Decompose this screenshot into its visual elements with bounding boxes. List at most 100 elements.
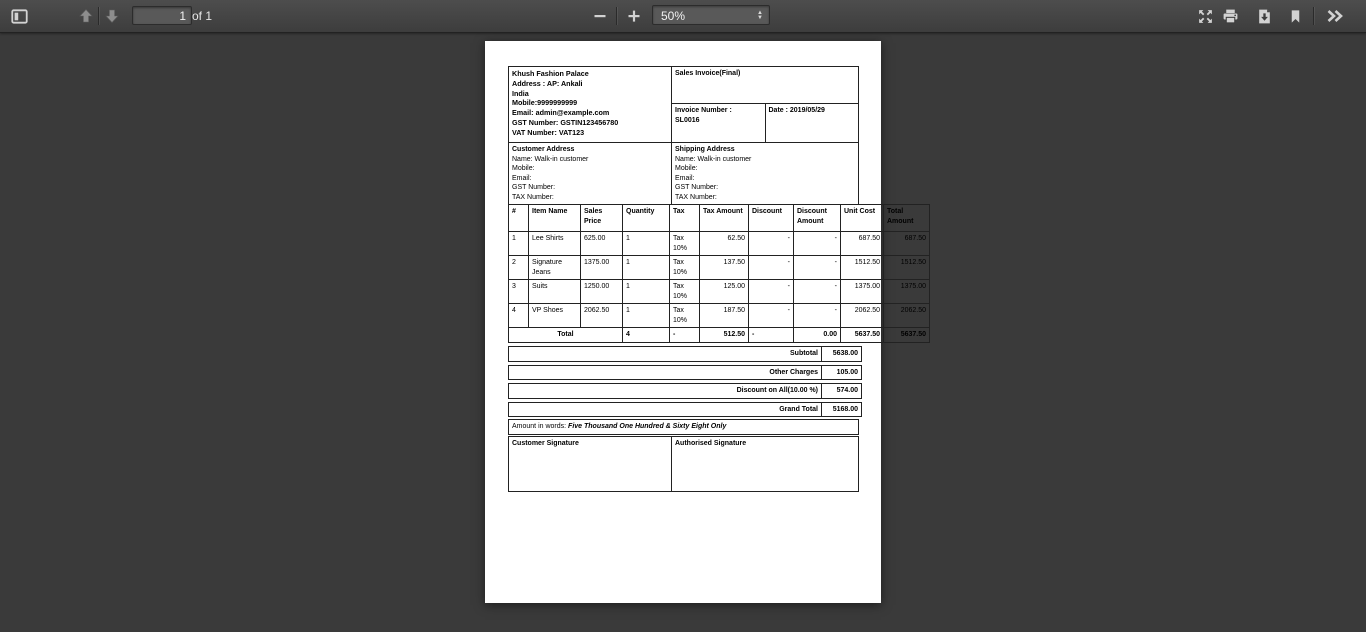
plus-icon — [627, 9, 641, 23]
item-cell: 1375.00 — [581, 256, 623, 280]
item-cell: Signature Jeans — [529, 256, 581, 280]
address-line: TAX Number: — [675, 193, 855, 203]
item-cell: 1512.50 — [884, 256, 930, 280]
authorised-signature-cell: Authorised Signature — [672, 437, 859, 492]
zoom-select[interactable]: 50% ▲▼ — [652, 5, 770, 25]
item-cell: 187.50 — [700, 304, 749, 328]
company-line: India — [512, 89, 668, 99]
shipping-address-cell: Shipping Address Name: Walk-in customerM… — [672, 143, 859, 205]
pdf-page: Khush Fashion Palace Address : AP: Ankal… — [485, 41, 881, 603]
items-total-amount: 5637.50 — [884, 328, 930, 343]
summary-value: 105.00 — [822, 365, 862, 380]
address-table: Customer Address Name: Walk-in customerM… — [508, 142, 859, 205]
bookmark-button[interactable] — [1282, 3, 1308, 29]
item-cell: Lee Shirts — [529, 232, 581, 256]
item-cell: Tax 10% — [670, 280, 700, 304]
zoom-value-label: 50% — [661, 9, 685, 23]
address-line: GST Number: — [512, 183, 668, 193]
address-line: Mobile: — [512, 164, 668, 174]
amount-in-words-table: Amount in words: Five Thousand One Hundr… — [508, 419, 859, 435]
item-cell: 2062.50 — [841, 304, 884, 328]
item-cell: Tax 10% — [670, 256, 700, 280]
arrow-down-icon — [104, 8, 120, 24]
download-button[interactable] — [1251, 3, 1277, 29]
items-header-cell: Sales Price — [581, 205, 623, 232]
address-line: Email: — [512, 174, 668, 184]
summary-value: 5168.00 — [822, 402, 862, 417]
amount-in-words-value: Five Thousand One Hundred & Sixty Eight … — [568, 423, 726, 430]
invoice-header-table: Khush Fashion Palace Address : AP: Ankal… — [508, 66, 859, 143]
expand-arrows-icon — [1197, 8, 1214, 25]
items-header-cell: Tax — [670, 205, 700, 232]
shipping-address-title: Shipping Address — [675, 145, 855, 155]
item-cell: 62.50 — [700, 232, 749, 256]
bookmark-ribbon-icon — [1288, 9, 1303, 24]
items-header-cell: Discount Amount — [794, 205, 841, 232]
summary-row-table: Discount on All(10.00 %)574.00 — [508, 383, 862, 399]
company-line: Email: admin@example.com — [512, 108, 668, 118]
item-cell: 1 — [623, 232, 670, 256]
summary-row-table: Grand Total5168.00 — [508, 402, 862, 418]
item-cell: - — [749, 256, 794, 280]
customer-address-cell: Customer Address Name: Walk-in customerM… — [509, 143, 672, 205]
items-header-cell: Tax Amount — [700, 205, 749, 232]
zoom-in-button[interactable] — [621, 3, 647, 29]
items-header-cell: Quantity — [623, 205, 670, 232]
company-line: Address : AP: Ankali — [512, 79, 668, 89]
company-line: VAT Number: VAT123 — [512, 128, 668, 138]
invoice-number-cell: Invoice Number : SL0016 — [672, 104, 766, 143]
company-name: Khush Fashion Palace — [512, 69, 668, 79]
print-button[interactable] — [1217, 3, 1243, 29]
item-cell: 687.50 — [884, 232, 930, 256]
item-cell: 1375.00 — [884, 280, 930, 304]
item-row: 3Suits1250.001Tax 10%125.00--1375.001375… — [509, 280, 930, 304]
address-line: Email: — [675, 174, 855, 184]
summary-label: Subtotal — [509, 347, 822, 362]
invoice-number-value: SL0016 — [675, 117, 700, 124]
signature-table: Customer Signature Authorised Signature — [508, 436, 859, 492]
page-count-label: of 1 — [192, 0, 212, 32]
previous-page-button[interactable] — [73, 3, 99, 29]
address-line: Name: Walk-in customer — [675, 155, 855, 165]
printer-icon — [1222, 8, 1239, 25]
item-cell: 4 — [509, 304, 529, 328]
item-cell: 625.00 — [581, 232, 623, 256]
presentation-mode-button[interactable] — [1192, 3, 1218, 29]
pdf-viewer-area: Khush Fashion Palace Address : AP: Ankal… — [0, 33, 1366, 632]
items-total-row: Total4-512.50-0.005637.505637.50 — [509, 328, 930, 343]
page-number-input[interactable] — [132, 6, 192, 25]
address-line: Name: Walk-in customer — [512, 155, 668, 165]
item-cell: 137.50 — [700, 256, 749, 280]
address-line: Mobile: — [675, 164, 855, 174]
item-cell: 1512.50 — [841, 256, 884, 280]
company-line: Mobile:9999999999 — [512, 98, 668, 108]
arrow-up-icon — [78, 8, 94, 24]
invoice-number-label: Invoice Number : — [675, 107, 732, 114]
items-total-unit-cost: 5637.50 — [841, 328, 884, 343]
tools-menu-button[interactable] — [1322, 3, 1348, 29]
items-total-discount: - — [749, 328, 794, 343]
item-cell: VP Shoes — [529, 304, 581, 328]
next-page-button[interactable] — [99, 3, 125, 29]
toggle-sidebar-button[interactable] — [6, 3, 32, 29]
document-download-icon — [1256, 8, 1273, 25]
zoom-out-button[interactable] — [587, 3, 613, 29]
item-cell: 1 — [509, 232, 529, 256]
items-header-cell: Total Amount — [884, 205, 930, 232]
items-table: #Item NameSales PriceQuantityTaxTax Amou… — [508, 204, 930, 343]
minus-icon — [593, 9, 607, 23]
items-header-cell: # — [509, 205, 529, 232]
invoice-document: Khush Fashion Palace Address : AP: Ankal… — [508, 66, 859, 492]
summary-row-table: Other Charges105.00 — [508, 365, 862, 381]
summary-row: Discount on All(10.00 %)574.00 — [509, 384, 862, 399]
items-total-label: Total — [509, 328, 623, 343]
item-cell: 1375.00 — [841, 280, 884, 304]
summary-label: Discount on All(10.00 %) — [509, 384, 822, 399]
item-cell: 1 — [623, 304, 670, 328]
customer-signature-cell: Customer Signature — [509, 437, 672, 492]
item-cell: - — [794, 280, 841, 304]
toolbar-separator — [616, 7, 617, 25]
summary-row: Other Charges105.00 — [509, 365, 862, 380]
company-line: GST Number: GSTIN123456780 — [512, 118, 668, 128]
company-info-cell: Khush Fashion Palace Address : AP: Ankal… — [509, 67, 672, 143]
